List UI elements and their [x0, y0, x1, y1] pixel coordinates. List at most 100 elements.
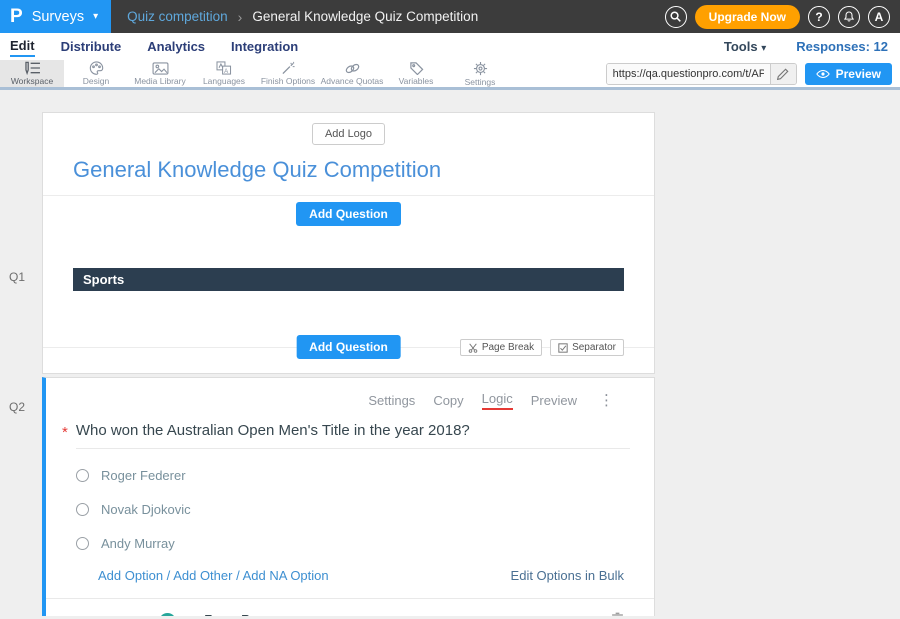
kebab-menu-icon[interactable]: ⋮ — [599, 393, 614, 408]
search-button[interactable] — [665, 6, 687, 28]
settings-gear-icon — [473, 61, 488, 76]
caret-down-icon: ▾ — [93, 11, 98, 22]
navbar-right: Tools ▾ Responses: 12 — [724, 39, 900, 54]
toolbar-item-design[interactable]: Design — [64, 60, 128, 87]
chevron-right-icon: › — [238, 9, 243, 25]
option-row[interactable]: Andy Murray — [76, 536, 654, 551]
breadcrumb-parent[interactable]: Quiz competition — [127, 9, 228, 24]
validation-label: Validation — [76, 615, 132, 617]
toolbar-item-variables[interactable]: Variables — [384, 60, 448, 87]
survey-header-card: Add Logo General Knowledge Quiz Competit… — [42, 112, 655, 374]
toolbar-item-settings[interactable]: Settings — [448, 60, 512, 87]
bell-icon — [843, 10, 855, 23]
breadcrumb: Quiz competition › General Knowledge Qui… — [127, 9, 478, 25]
notifications-button[interactable] — [838, 6, 860, 28]
q2-validation-row: Validation Force Response ▾ — [46, 599, 654, 616]
toolbar-item-finish-options[interactable]: Finish Options — [256, 60, 320, 87]
pencil-icon — [777, 68, 789, 80]
q2-copy-link[interactable]: Copy — [433, 393, 463, 408]
add-option-link[interactable]: Add Option — [98, 568, 163, 583]
q2-options: Roger Federer Novak Djokovic Andy Murray — [46, 468, 654, 551]
page-break-button[interactable]: Page Break — [460, 339, 542, 356]
toolbar-item-media-library[interactable]: Media Library — [128, 60, 192, 87]
survey-url-input[interactable] — [607, 64, 770, 84]
force-response-dropdown[interactable]: Force Response ▾ — [204, 612, 312, 616]
media-library-icon — [152, 62, 169, 75]
finish-options-wand-icon — [281, 61, 296, 75]
edit-options-in-bulk-link[interactable]: Edit Options in Bulk — [511, 568, 624, 583]
add-logo-button[interactable]: Add Logo — [312, 123, 385, 145]
divider — [43, 195, 654, 196]
separator-button[interactable]: Separator — [550, 339, 624, 356]
radio-button-icon[interactable] — [76, 469, 89, 482]
breadcrumb-current: General Knowledge Quiz Competition — [252, 9, 478, 24]
upgrade-now-button[interactable]: Upgrade Now — [695, 5, 800, 29]
question-number-q1: Q1 — [9, 270, 25, 284]
caret-down-icon: ▾ — [308, 614, 313, 616]
toolbar-item-advance-quotas[interactable]: Advance Quotas — [320, 60, 384, 87]
add-na-option-link[interactable]: Add NA Option — [243, 568, 329, 583]
help-button[interactable]: ? — [808, 6, 830, 28]
toolbar-item-workspace[interactable]: Workspace — [0, 60, 64, 87]
required-marker: * — [62, 424, 68, 441]
scissors-icon — [468, 343, 478, 353]
responses-link[interactable]: Responses: 12 — [796, 39, 888, 54]
link-separator: / — [167, 568, 171, 583]
q2-settings-link[interactable]: Settings — [368, 393, 415, 408]
surveys-menu[interactable]: P Surveys ▾ — [0, 0, 111, 33]
tab-analytics[interactable]: Analytics — [147, 37, 205, 56]
option-row[interactable]: Roger Federer — [76, 468, 654, 483]
topbar: P Surveys ▾ Quiz competition › General K… — [0, 0, 900, 33]
tab-distribute[interactable]: Distribute — [61, 37, 122, 56]
tools-menu[interactable]: Tools ▾ — [724, 39, 766, 54]
survey-title[interactable]: General Knowledge Quiz Competition — [73, 157, 624, 183]
edit-url-button[interactable] — [770, 63, 796, 85]
product-label: Surveys — [32, 9, 84, 25]
add-other-link[interactable]: Add Other — [173, 568, 232, 583]
radio-button-icon[interactable] — [76, 537, 89, 550]
workspace-icon — [24, 61, 41, 75]
caret-down-icon: ▾ — [761, 43, 766, 54]
option-label[interactable]: Novak Djokovic — [101, 502, 191, 517]
questionpro-logo: P — [10, 7, 23, 26]
option-label[interactable]: Roger Federer — [101, 468, 186, 483]
edit-toolbar: Workspace Design Media Library A Languag… — [0, 60, 900, 90]
survey-editor-app: P Surveys ▾ Quiz competition › General K… — [0, 0, 900, 619]
link-separator: / — [236, 568, 240, 583]
tab-edit[interactable]: Edit — [10, 36, 35, 57]
advance-quotas-chain-icon — [344, 62, 361, 75]
q2-addlinks-row: Add Option / Add Other / Add NA Option E… — [46, 568, 654, 583]
add-question-button-top[interactable]: Add Question — [296, 202, 401, 226]
q2-logic-link[interactable]: Logic — [482, 391, 513, 410]
delete-question-button[interactable] — [611, 612, 624, 616]
search-icon — [669, 10, 682, 23]
radio-button-icon[interactable] — [76, 503, 89, 516]
option-row[interactable]: Novak Djokovic — [76, 502, 654, 517]
survey-canvas: Q1 Q2 Add Logo General Knowledge Quiz Co… — [0, 90, 900, 616]
languages-icon: A — [216, 61, 232, 75]
card1-footer: Add Question Page Break Separator — [43, 331, 654, 365]
toggle-knob — [159, 613, 176, 616]
preview-button[interactable]: Preview — [805, 63, 892, 85]
break-controls: Page Break Separator — [460, 339, 624, 356]
eye-icon — [816, 69, 830, 79]
q2-question-row: * Who won the Australian Open Men's Titl… — [46, 410, 654, 449]
topbar-actions: Upgrade Now ? A — [665, 5, 900, 29]
q2-question-text[interactable]: Who won the Australian Open Men's Title … — [76, 422, 630, 449]
tab-integration[interactable]: Integration — [231, 37, 298, 56]
add-option-links: Add Option / Add Other / Add NA Option — [98, 568, 329, 583]
trash-icon — [611, 612, 624, 616]
checkbox-icon — [558, 343, 568, 353]
section-navbar: Edit Distribute Analytics Integration To… — [0, 33, 900, 60]
survey-url-group — [606, 63, 797, 85]
q1-block-title[interactable]: Sports — [73, 268, 624, 291]
add-question-button-bottom[interactable]: Add Question — [296, 335, 401, 359]
account-avatar[interactable]: A — [868, 6, 890, 28]
q2-question-card: Settings Copy Logic Preview ⋮ * Who won … — [42, 377, 655, 616]
option-label[interactable]: Andy Murray — [101, 536, 175, 551]
design-palette-icon — [89, 61, 104, 75]
toolbar-right: Preview — [606, 60, 900, 87]
toolbar-item-languages[interactable]: A Languages — [192, 60, 256, 87]
question-number-q2: Q2 — [9, 400, 25, 414]
q2-preview-link[interactable]: Preview — [531, 393, 577, 408]
